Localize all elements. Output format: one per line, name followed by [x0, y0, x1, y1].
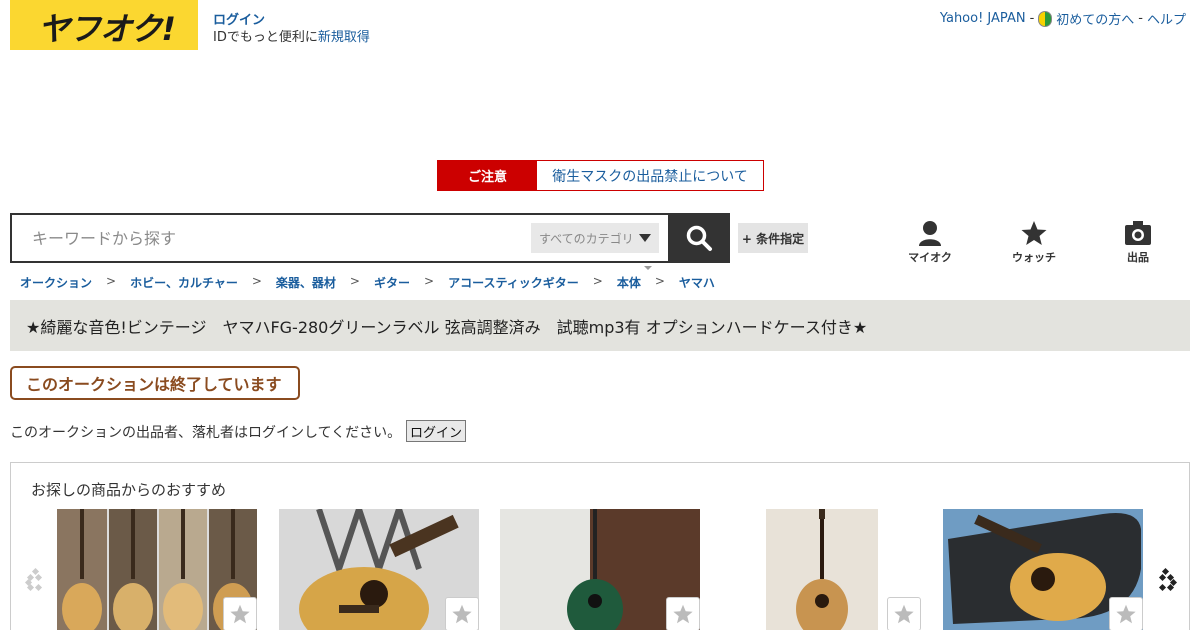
carousel-next-icon[interactable] — [1157, 567, 1177, 597]
signup-link[interactable]: 新規取得 — [318, 30, 370, 45]
star-icon — [1021, 221, 1047, 245]
item-title: ★綺麗な音色!ビンテージ ヤマハFG-280グリーンラベル 弦高調整済み 試聴m… — [26, 317, 868, 337]
login-button[interactable]: ログイン — [406, 420, 466, 442]
search-bar: すべてのカテゴリ — [10, 213, 730, 263]
category-select[interactable]: すべてのカテゴリ — [531, 223, 659, 253]
watch-star-button[interactable] — [887, 597, 921, 630]
recommend-item[interactable] — [500, 509, 700, 630]
camera-icon — [1125, 221, 1151, 245]
breadcrumb-item[interactable]: ヤマハ — [679, 274, 715, 291]
chevron-down-icon — [639, 234, 651, 242]
star-icon — [894, 604, 914, 624]
breadcrumb-item[interactable]: アコースティックギター — [448, 274, 579, 291]
nav-sell-label: 出品 — [1127, 251, 1149, 264]
breadcrumb-sep: > — [106, 274, 117, 288]
breadcrumb-sep: > — [251, 274, 262, 288]
star-icon — [1116, 604, 1136, 624]
login-note: このオークションの出品者、落札者はログインしてください。 — [10, 425, 402, 441]
watch-star-button[interactable] — [223, 597, 257, 630]
item-title-bar: ★綺麗な音色!ビンテージ ヤマハFG-280グリーンラベル 弦高調整済み 試聴m… — [10, 300, 1190, 351]
caret-icon — [644, 266, 652, 270]
search-button[interactable] — [668, 213, 730, 263]
login-sub-prefix: IDでもっと便利に — [213, 30, 318, 45]
star-icon — [230, 604, 250, 624]
carousel-prev-icon[interactable] — [25, 567, 45, 597]
nav-myauc[interactable]: マイオク — [900, 220, 960, 265]
watch-star-button[interactable] — [1109, 597, 1143, 630]
person-icon — [919, 221, 941, 246]
breadcrumb-item[interactable]: ホビー、カルチャー — [130, 274, 238, 291]
watch-star-button[interactable] — [445, 597, 479, 630]
breadcrumb-sep: > — [424, 274, 435, 288]
breadcrumb-sep: > — [654, 274, 665, 288]
notice-label: ご注意 — [438, 161, 537, 190]
auction-ended-badge: このオークションは終了しています — [10, 366, 300, 400]
star-icon — [452, 604, 472, 624]
condition-button[interactable]: + 条件指定 — [738, 223, 808, 253]
breadcrumb-item[interactable]: オークション — [20, 274, 92, 291]
breadcrumb: オークション > ホビー、カルチャー > 楽器、器材 > ギター > アコーステ… — [20, 274, 715, 291]
star-icon — [673, 604, 693, 624]
notice-banner: ご注意 衛生マスクの出品禁止について — [437, 160, 764, 191]
recommend-item[interactable] — [943, 509, 1143, 630]
breadcrumb-item[interactable]: 楽器、器材 — [276, 274, 336, 291]
nav-sell[interactable]: 出品 — [1108, 220, 1168, 265]
search-input[interactable] — [22, 223, 522, 253]
top-separator: - — [1029, 11, 1035, 26]
recommend-item[interactable] — [57, 509, 257, 630]
watch-star-button[interactable] — [666, 597, 700, 630]
logo-text: ヤフオク! — [38, 10, 176, 48]
breadcrumb-sep: > — [592, 274, 603, 288]
search-icon — [686, 225, 712, 251]
nav-watch-label: ウォッチ — [1012, 251, 1056, 264]
breadcrumb-item[interactable]: ギター — [374, 274, 410, 291]
recommend-item[interactable] — [279, 509, 479, 630]
recommend-item[interactable] — [721, 509, 921, 630]
recommendation-title: お探しの商品からのおすすめ — [31, 481, 227, 499]
beginner-link[interactable]: 初めての方へ — [1056, 9, 1134, 28]
notice-link[interactable]: 衛生マスクの出品禁止について — [537, 161, 763, 190]
nav-watch[interactable]: ウォッチ — [1004, 220, 1064, 265]
nav-myauc-label: マイオク — [908, 251, 952, 264]
beginner-mark-icon — [1038, 10, 1053, 27]
yahuoku-logo[interactable]: ヤフオク! — [10, 0, 198, 50]
help-link[interactable]: ヘルプ — [1147, 9, 1186, 28]
breadcrumb-item[interactable]: 本体 — [617, 274, 641, 291]
category-select-value: すべてのカテゴリ — [539, 231, 634, 246]
recommendation-panel: お探しの商品からのおすすめ — [10, 462, 1190, 630]
top-links: Yahoo! JAPAN - 初めての方へ - ヘルプ — [940, 9, 1186, 28]
login-subtext: IDでもっと便利に新規取得 — [213, 26, 370, 45]
breadcrumb-sep: > — [349, 274, 360, 288]
auction-ended-text: このオークションは終了しています — [26, 375, 282, 394]
top-separator: - — [1138, 11, 1143, 26]
yahoo-japan-link[interactable]: Yahoo! JAPAN — [940, 11, 1026, 26]
